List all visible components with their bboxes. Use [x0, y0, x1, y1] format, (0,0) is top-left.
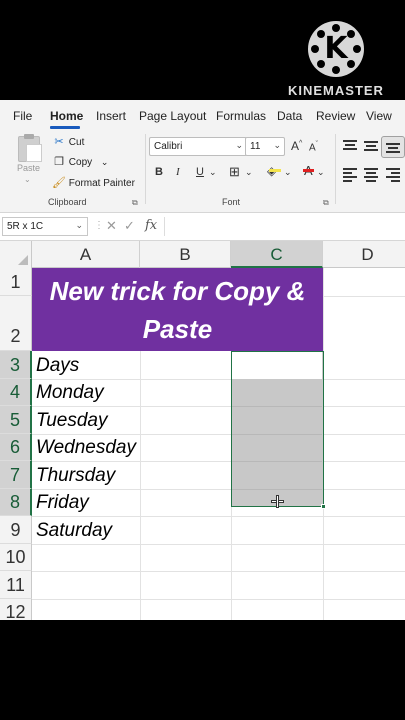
title-line-1: New trick for Copy & — [49, 276, 306, 306]
cell-a8[interactable]: Friday — [36, 492, 89, 514]
formula-bar: 5R x 1C ⌄ ⋮ ✕ ✓ fx — [0, 213, 405, 241]
ribbon-tabs: File Home Insert Page Layout Formulas Da… — [0, 100, 405, 129]
column-header-a[interactable]: A — [32, 241, 140, 268]
decrease-font-size-button[interactable]: Aˇ — [309, 141, 318, 153]
row-header-4[interactable]: 4 — [0, 379, 32, 406]
chevron-down-icon: ⌄ — [235, 140, 243, 150]
font-group-label: Font — [222, 197, 241, 207]
kinemaster-watermark-text: KINEMASTER — [288, 83, 384, 98]
formula-controls: ⋮ ✕ ✓ fx — [94, 218, 158, 234]
row-header-11[interactable]: 11 — [0, 571, 32, 599]
tab-file[interactable]: File — [13, 109, 32, 123]
cell-a9[interactable]: Saturday — [36, 520, 112, 542]
active-cell[interactable] — [232, 352, 322, 379]
fill-handle[interactable] — [321, 504, 326, 509]
cell-a7[interactable]: Thursday — [36, 465, 115, 487]
cell-a6[interactable]: Wednesday — [36, 437, 136, 459]
column-header-d[interactable]: D — [323, 241, 405, 268]
clipboard-group: Paste ⌄ ✂ Cut ❐ Copy ⌄ 🖌 Format Painter … — [0, 128, 145, 213]
copy-label: Copy — [68, 157, 93, 168]
clipboard-group-label: Clipboard — [48, 197, 87, 207]
spreadsheet-grid[interactable]: A B C D 1 2 3 4 5 6 7 8 9 10 11 12 New t… — [0, 241, 405, 620]
cut-label: Cut — [68, 137, 85, 148]
video-top-bar: K KINEMASTER — [0, 0, 405, 100]
copy-icon: ❐ — [54, 156, 64, 168]
italic-button[interactable]: I — [176, 166, 180, 178]
tab-home[interactable]: Home — [50, 109, 83, 123]
tab-insert[interactable]: Insert — [96, 109, 126, 123]
cell-select-cursor-icon — [271, 495, 284, 508]
cell-a5[interactable]: Tuesday — [36, 410, 107, 432]
font-size-select[interactable]: 11 ⌄ — [245, 137, 285, 156]
chevron-down-icon[interactable]: ⌄ — [75, 220, 83, 231]
cell-a4[interactable]: Monday — [36, 382, 104, 404]
format-painter-button[interactable]: 🖌 Format Painter — [52, 176, 135, 189]
row-header-2[interactable]: 2 — [0, 296, 32, 351]
name-box[interactable]: 5R x 1C ⌄ — [2, 217, 88, 236]
tab-data[interactable]: Data — [277, 109, 302, 123]
column-header-b[interactable]: B — [140, 241, 231, 268]
cut-button[interactable]: ✂ Cut — [52, 135, 84, 148]
font-family-value: Calibri — [154, 141, 183, 152]
title-line-2: Paste — [142, 314, 213, 344]
enter-icon[interactable]: ✓ — [124, 218, 135, 234]
row-header-6[interactable]: 6 — [0, 434, 32, 461]
formula-input[interactable] — [164, 217, 405, 236]
row-header-7[interactable]: 7 — [0, 461, 32, 489]
copy-button[interactable]: ❐ Copy ⌄ — [52, 155, 108, 168]
format-painter-label: Format Painter — [68, 178, 135, 189]
row-header-10[interactable]: 10 — [0, 544, 32, 571]
align-left-icon[interactable] — [343, 168, 357, 182]
chevron-down-icon[interactable]: ⌄ — [209, 167, 217, 178]
column-header-c[interactable]: C — [231, 241, 323, 268]
insert-function-icon[interactable]: fx — [145, 218, 157, 233]
chevron-down-icon[interactable]: ⌄ — [24, 175, 31, 184]
title-cell[interactable]: New trick for Copy & Paste — [32, 268, 323, 351]
tab-formulas[interactable]: Formulas — [216, 109, 266, 123]
underline-button[interactable]: U — [196, 166, 204, 178]
chevron-down-icon[interactable]: ⌄ — [245, 167, 253, 178]
row-header-3[interactable]: 3 — [0, 351, 32, 379]
chevron-down-icon[interactable]: ⌄ — [284, 167, 292, 178]
align-right-icon[interactable] — [386, 168, 400, 182]
align-center-icon[interactable] — [364, 168, 378, 182]
paste-label: Paste — [17, 163, 41, 173]
font-family-select[interactable]: Calibri ⌄ — [149, 137, 247, 156]
align-bottom-icon — [386, 141, 400, 153]
tab-page-layout[interactable]: Page Layout — [139, 109, 206, 123]
cell-a3[interactable]: Days — [36, 355, 79, 377]
row-header-12[interactable]: 12 — [0, 599, 32, 620]
align-middle-icon[interactable] — [364, 140, 378, 152]
borders-icon[interactable]: ⊞ — [229, 164, 240, 180]
chevron-down-icon[interactable]: ⌄ — [101, 157, 109, 167]
tab-review[interactable]: Review — [316, 109, 355, 123]
scissors-icon: ✂ — [54, 136, 64, 148]
increase-font-size-button[interactable]: A^ — [291, 139, 302, 153]
row-header-1[interactable]: 1 — [0, 268, 32, 296]
font-color-swatch — [303, 169, 314, 172]
row-header-8[interactable]: 8 — [0, 489, 32, 516]
cancel-icon[interactable]: ✕ — [106, 218, 117, 234]
row-header-9[interactable]: 9 — [0, 516, 32, 544]
column-headers: A B C D — [0, 241, 405, 268]
video-bottom-bar — [0, 620, 405, 720]
dialog-launcher-icon[interactable]: ⧉ — [323, 198, 329, 208]
dialog-launcher-icon[interactable]: ⧉ — [132, 198, 138, 208]
font-size-value: 11 — [250, 141, 261, 152]
select-all-button[interactable] — [0, 241, 32, 268]
alignment-group — [335, 128, 405, 213]
bold-button[interactable]: B — [155, 166, 163, 178]
ribbon: File Home Insert Page Layout Formulas Da… — [0, 100, 405, 213]
chevron-down-icon[interactable]: ⌄ — [317, 167, 325, 178]
paintbrush-icon: 🖌 — [52, 177, 66, 189]
align-top-icon[interactable] — [343, 140, 357, 152]
font-group: Calibri ⌄ 11 ⌄ A^ Aˇ B I U ⌄ ⊞ ⌄ ◈ ⌄ A ⌄… — [145, 128, 335, 213]
tab-view[interactable]: View — [366, 109, 392, 123]
chevron-down-icon: ⌄ — [273, 140, 281, 150]
kinemaster-logo: K — [308, 21, 364, 77]
name-box-value: 5R x 1C — [7, 221, 44, 232]
fill-color-swatch — [269, 169, 281, 172]
row-header-5[interactable]: 5 — [0, 406, 32, 434]
